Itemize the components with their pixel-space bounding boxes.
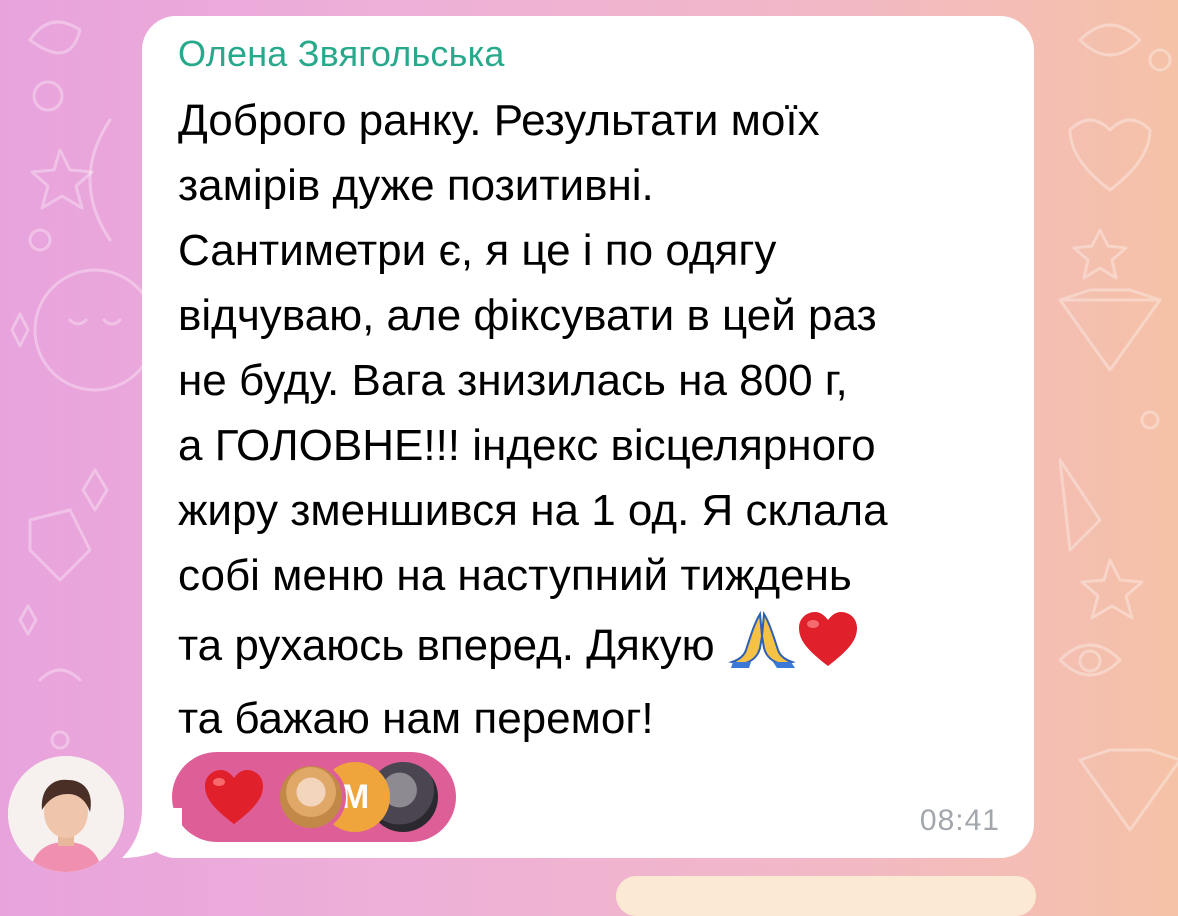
red-heart-icon xyxy=(797,610,859,686)
message-text-part-1: Доброго ранку. Результати моїх замірів д… xyxy=(178,96,888,670)
sender-avatar[interactable] xyxy=(8,756,124,872)
person-photo-icon xyxy=(8,756,124,872)
red-heart-icon xyxy=(205,770,263,824)
sender-name[interactable]: Олена Звягольська xyxy=(178,32,505,76)
folded-hands-icon xyxy=(727,608,797,686)
reactor-avatar[interactable] xyxy=(276,762,346,832)
message-timestamp: 08:41 xyxy=(919,804,1000,837)
message-bubble[interactable]: Олена Звягольська Доброго ранку. Результ… xyxy=(142,16,1034,858)
message-text: Доброго ранку. Результати моїх замірів д… xyxy=(178,88,1018,751)
next-message-bubble-edge xyxy=(616,876,1036,916)
message-text-part-2: та бажаю нам перемог! xyxy=(178,694,654,743)
reaction-pill[interactable]: М xyxy=(172,752,456,842)
bubble-tail xyxy=(122,808,182,858)
